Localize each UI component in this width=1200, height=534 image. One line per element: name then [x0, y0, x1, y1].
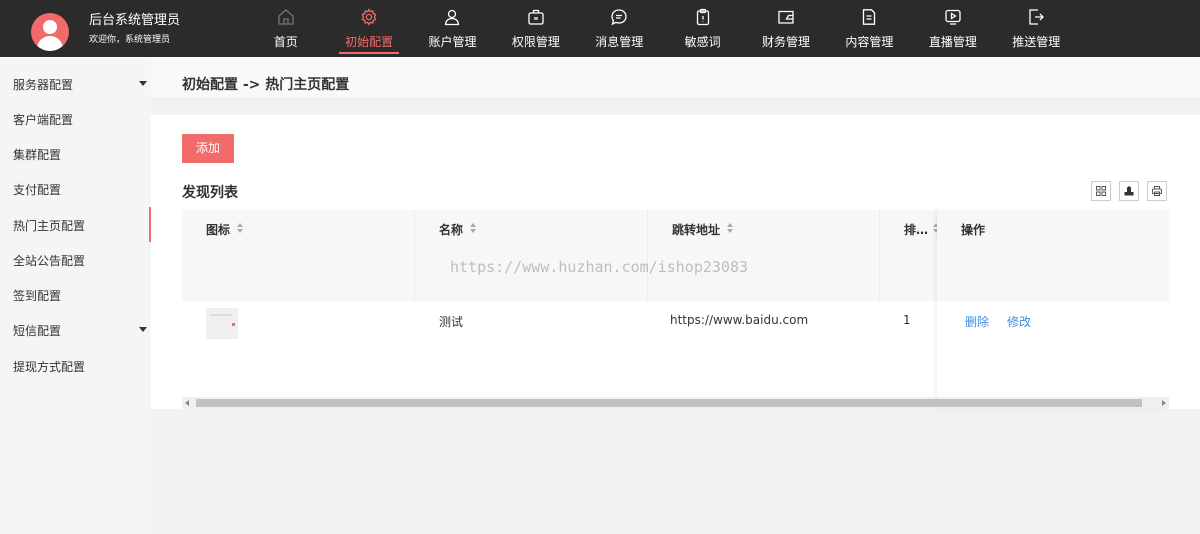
nav-label: 权限管理	[511, 35, 560, 49]
actions-column: 操作 删除 修改	[937, 210, 1169, 409]
add-button[interactable]: 添加	[182, 134, 234, 163]
top-nav: 首页 初始配置 账户管理 权限管理 消息管理 敏感词 财务管理 内容管理 直播管…	[244, 0, 1078, 57]
user-welcome: 欢迎你，系统管理员	[89, 35, 171, 45]
nav-label: 消息管理	[595, 35, 644, 49]
sidebar-item-label: 提现方式配置	[13, 360, 86, 374]
nav-item-finance[interactable]: 财务管理	[744, 0, 827, 57]
column-label: 跳转地址	[672, 223, 721, 237]
sidebar-item-server-config[interactable]: 服务器配置	[0, 66, 151, 101]
clipboard-icon	[696, 8, 709, 26]
column-label: 名称	[439, 223, 464, 237]
sidebar: 服务器配置 客户端配置 集群配置 支付配置 热门主页配置 全站公告配置 签到配置…	[0, 57, 151, 534]
nav-item-permission[interactable]: 权限管理	[494, 0, 577, 57]
list-title: 发现列表	[182, 185, 238, 201]
nav-label: 直播管理	[928, 35, 977, 49]
sort-icon[interactable]	[470, 223, 476, 233]
nav-label: 首页	[273, 35, 298, 49]
column-header-order[interactable]: 排…	[880, 210, 940, 301]
nav-label: 推送管理	[1012, 35, 1061, 49]
nav-item-account[interactable]: 账户管理	[411, 0, 494, 57]
nav-item-sensitive-words[interactable]: 敏感词	[661, 0, 744, 57]
sort-icon[interactable]	[727, 223, 733, 233]
breadcrumb: 初始配置 -> 热门主页配置	[182, 77, 350, 93]
row-url: https://www.baidu.com	[670, 313, 809, 327]
sidebar-item-announcement-config[interactable]: 全站公告配置	[0, 242, 151, 277]
columns-button[interactable]	[1091, 181, 1111, 201]
home-icon	[278, 9, 294, 25]
export-icon	[1124, 186, 1134, 196]
column-label: 操作	[961, 223, 986, 237]
wallet-icon	[778, 10, 794, 24]
gear-icon	[361, 8, 377, 26]
column-label: 排…	[904, 223, 929, 237]
avatar-head	[43, 20, 57, 34]
nav-label: 财务管理	[762, 35, 811, 49]
content-panel: 添加 发现列表 图标 名称 跳转地址 排… 测试 https://www.bai…	[151, 115, 1200, 409]
sidebar-item-label: 服务器配置	[13, 78, 74, 92]
document-icon	[863, 9, 876, 25]
scroll-left-icon[interactable]	[185, 400, 189, 406]
sidebar-item-hot-homepage-config[interactable]: 热门主页配置	[0, 207, 151, 242]
sidebar-item-withdraw-config[interactable]: 提现方式配置	[0, 348, 151, 383]
sidebar-item-checkin-config[interactable]: 签到配置	[0, 277, 151, 312]
grid-icon	[1096, 186, 1106, 196]
discovery-table: 图标 名称 跳转地址 排… 测试 https://www.baidu.com 1	[182, 210, 1169, 409]
sidebar-item-label: 客户端配置	[13, 113, 74, 127]
row-name: 测试	[439, 315, 464, 329]
column-label: 图标	[206, 223, 231, 237]
sidebar-item-cluster-config[interactable]: 集群配置	[0, 136, 151, 171]
row-icon-thumbnail	[206, 308, 238, 339]
column-header-url[interactable]: 跳转地址	[648, 210, 880, 301]
push-icon	[1029, 9, 1045, 25]
play-icon	[945, 9, 961, 25]
nav-label: 敏感词	[684, 35, 721, 49]
export-button[interactable]	[1119, 181, 1139, 201]
nav-item-content[interactable]: 内容管理	[828, 0, 911, 57]
print-icon	[1152, 186, 1162, 196]
sidebar-item-label: 全站公告配置	[13, 254, 86, 268]
sidebar-item-label: 支付配置	[13, 183, 62, 197]
briefcase-icon	[528, 9, 544, 25]
horizontal-scrollbar[interactable]	[182, 397, 1169, 409]
scrollbar-thumb[interactable]	[196, 399, 1142, 407]
edit-link[interactable]: 修改	[1007, 313, 1031, 330]
avatar[interactable]	[31, 13, 69, 51]
caret-down-icon	[139, 327, 147, 332]
sidebar-item-payment-config[interactable]: 支付配置	[0, 171, 151, 206]
column-header-icon[interactable]: 图标	[182, 210, 415, 301]
avatar-body	[37, 36, 63, 51]
nav-item-home[interactable]: 首页	[244, 0, 327, 57]
sidebar-item-label: 集群配置	[13, 148, 62, 162]
nav-item-message[interactable]: 消息管理	[578, 0, 661, 57]
top-header: 后台系统管理员 欢迎你，系统管理员 首页 初始配置 账户管理 权限管理 消息管理…	[0, 0, 1200, 57]
sidebar-item-client-config[interactable]: 客户端配置	[0, 101, 151, 136]
caret-down-icon	[139, 81, 147, 86]
nav-label: 初始配置	[345, 35, 394, 49]
row-order: 1	[903, 313, 911, 327]
nav-item-initial-config[interactable]: 初始配置	[327, 0, 410, 57]
sidebar-item-label: 短信配置	[13, 324, 62, 338]
print-button[interactable]	[1147, 181, 1167, 201]
user-icon	[445, 9, 460, 26]
column-header-actions: 操作	[937, 210, 1169, 301]
delete-link[interactable]: 删除	[965, 313, 989, 330]
scroll-right-icon[interactable]	[1162, 400, 1166, 406]
sidebar-item-label: 签到配置	[13, 289, 62, 303]
user-title: 后台系统管理员	[89, 13, 181, 28]
breadcrumb-bar: 初始配置 -> 热门主页配置	[151, 57, 1200, 97]
chat-icon	[611, 9, 627, 26]
column-header-name[interactable]: 名称	[415, 210, 648, 301]
sidebar-item-label: 热门主页配置	[13, 219, 86, 233]
sidebar-item-sms-config[interactable]: 短信配置	[0, 312, 151, 347]
sort-icon[interactable]	[237, 223, 243, 233]
nav-item-push[interactable]: 推送管理	[995, 0, 1078, 57]
nav-label: 内容管理	[845, 35, 894, 49]
nav-item-live[interactable]: 直播管理	[911, 0, 994, 57]
nav-label: 账户管理	[428, 35, 477, 49]
